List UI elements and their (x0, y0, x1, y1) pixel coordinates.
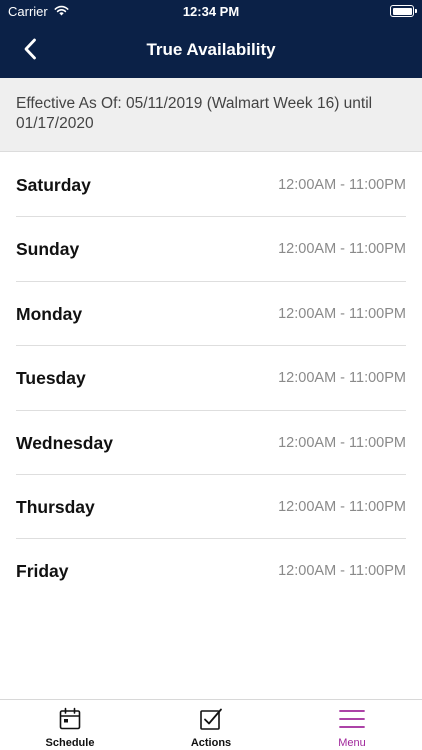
day-name: Saturday (16, 175, 91, 195)
day-name: Monday (16, 303, 83, 324)
battery-icon (390, 5, 417, 17)
status-bar: Carrier 12:34 PM (0, 0, 422, 24)
day-row-tuesday: Tuesday 12:00AM - 11:00PM (16, 346, 406, 411)
day-row-friday: Friday 12:00AM - 11:00PM (16, 539, 406, 603)
day-hours: 12:00AM - 11:00PM (278, 305, 406, 322)
day-hours: 12:00AM - 11:00PM (278, 177, 406, 193)
checkbox-icon (141, 707, 281, 731)
tab-label: Menu (338, 737, 366, 749)
page-title: True Availability (146, 40, 276, 59)
tab-schedule[interactable]: Schedule (0, 700, 140, 750)
day-row-wednesday: Wednesday 12:00AM - 11:00PM (16, 411, 406, 475)
day-hours: 12:00AM - 11:00PM (278, 498, 406, 515)
day-hours: 12:00AM - 11:00PM (278, 434, 406, 451)
tab-bar: Schedule Actions Menu (0, 699, 422, 750)
day-name: Tuesday (16, 368, 86, 389)
calendar-icon (0, 707, 140, 731)
day-hours: 12:00AM - 11:00PM (278, 241, 406, 258)
day-hours: 12:00AM - 11:00PM (278, 370, 406, 387)
day-name: Sunday (16, 239, 80, 260)
tab-menu[interactable]: Menu (282, 700, 422, 750)
day-row-monday: Monday 12:00AM - 11:00PM (16, 282, 406, 347)
day-name: Thursday (16, 496, 95, 517)
day-row-sunday: Sunday 12:00AM - 11:00PM (16, 217, 406, 282)
tab-label: Actions (190, 737, 232, 749)
status-time: 12:34 PM (182, 4, 240, 19)
effective-date-banner: Effective As Of: 05/11/2019 (Walmart Wee… (0, 78, 422, 152)
status-right (390, 5, 417, 17)
nav-bar: True Availability (0, 24, 422, 78)
day-row-saturday: Saturday 12:00AM - 11:00PM (16, 153, 406, 218)
day-hours: 12:00AM - 11:00PM (278, 563, 406, 580)
hamburger-menu-icon (282, 707, 422, 731)
day-name: Friday (16, 561, 69, 582)
tab-label: Schedule (45, 737, 95, 749)
day-name: Wednesday (16, 432, 113, 453)
day-row-thursday: Thursday 12:00AM - 11:00PM (16, 475, 406, 540)
availability-list: Saturday 12:00AM - 11:00PM Sunday 12:00A… (0, 153, 422, 604)
effective-date-text: Effective As Of: 05/11/2019 (Walmart Wee… (16, 95, 373, 132)
tab-actions[interactable]: Actions (141, 700, 281, 750)
